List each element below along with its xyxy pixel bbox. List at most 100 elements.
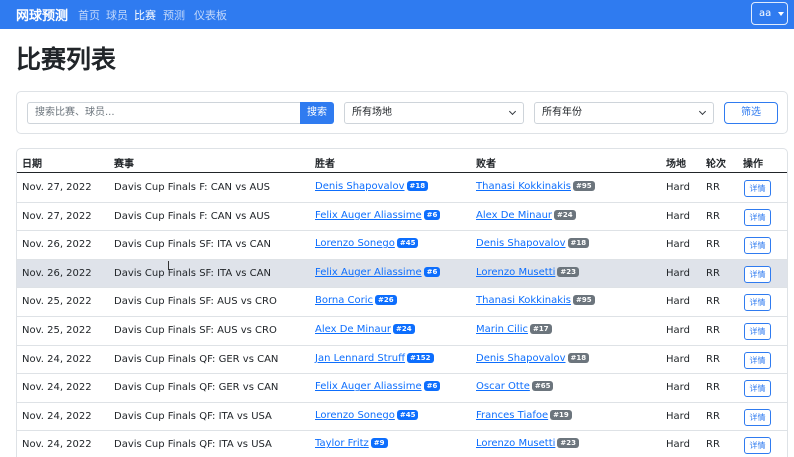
winner-link[interactable]: Denis Shapovalov [315, 181, 405, 192]
loser-rank-badge: #18 [567, 238, 590, 249]
nav-link-dashboard[interactable]: 仪表板 [194, 7, 227, 23]
filter-button[interactable]: 筛选 [724, 102, 778, 124]
table-row: Nov. 25, 2022 Davis Cup Finals SF: AUS vs… [17, 317, 787, 346]
caret-down-icon [778, 12, 784, 16]
surface-select-value: 所有场地 [352, 107, 392, 118]
cell-surface: Hard [666, 182, 690, 193]
loser-link[interactable]: Marin Cilic [476, 324, 528, 335]
table-row: Nov. 24, 2022 Davis Cup Finals QF: ITA vs… [17, 431, 787, 457]
winner-link[interactable]: Felix Auger Aliassime [315, 210, 422, 221]
cell-surface: Hard [666, 267, 690, 279]
loser-link[interactable]: Lorenzo Musetti [476, 267, 555, 278]
detail-button[interactable]: 详情 [744, 351, 771, 369]
detail-button[interactable]: 详情 [744, 437, 771, 455]
winner-rank-badge: #45 [396, 409, 419, 420]
cell-surface: Hard [666, 325, 690, 336]
header-loser: 败者 [476, 159, 496, 170]
winner-link[interactable]: Borna Coric [315, 295, 373, 306]
detail-button[interactable]: 详情 [744, 237, 771, 255]
cell-date: Nov. 24, 2022 [22, 439, 92, 451]
cell-event: Davis Cup Finals SF: ITA vs CAN [114, 267, 271, 279]
header-date: 日期 [22, 159, 42, 170]
nav-link-home[interactable]: 首页 [78, 7, 100, 23]
loser-rank-badge: #65 [531, 381, 554, 392]
detail-button[interactable]: 详情 [744, 408, 771, 426]
cell-surface: Hard [666, 410, 690, 422]
detail-button[interactable]: 详情 [744, 380, 771, 398]
winner-rank-badge: #26 [375, 295, 397, 306]
cell-round: RR [706, 296, 720, 308]
nav-link-players[interactable]: 球员 [106, 7, 128, 23]
chevron-down-icon [508, 107, 517, 116]
table-row: Nov. 27, 2022 Davis Cup Finals F: CAN vs … [17, 203, 787, 232]
brand-logo[interactable]: 网球预测 [16, 5, 68, 24]
winner-rank-badge: #152 [407, 352, 434, 363]
page-title: 比赛列表 [16, 45, 117, 74]
loser-link[interactable]: Lorenzo Musetti [476, 438, 555, 449]
user-menu-button[interactable]: aa [751, 2, 788, 25]
header-event: 赛事 [114, 159, 134, 170]
cell-event: Davis Cup Finals QF: GER vs CAN [114, 353, 279, 365]
cell-round: RR [706, 267, 720, 279]
cell-date: Nov. 26, 2022 [22, 267, 92, 279]
detail-button[interactable]: 详情 [744, 323, 771, 340]
cell-round: RR [706, 382, 720, 394]
cell-surface: Hard [666, 439, 690, 451]
cell-round: RR [706, 439, 720, 451]
cell-surface: Hard [666, 382, 690, 394]
winner-link[interactable]: Taylor Fritz [315, 438, 369, 449]
header-surface: 场地 [666, 159, 686, 170]
detail-button[interactable]: 详情 [744, 294, 771, 312]
winner-link[interactable]: Felix Auger Aliassime [315, 381, 422, 392]
cell-date: Nov. 25, 2022 [22, 296, 92, 308]
cell-date: Nov. 26, 2022 [22, 239, 92, 251]
cell-surface: Hard [666, 239, 690, 251]
top-navbar: 网球预测 首页 球员 比赛 预测 仪表板 aa [0, 0, 794, 29]
loser-rank-badge: #24 [554, 209, 576, 220]
winner-link[interactable]: Alex De Minaur [315, 324, 391, 335]
cell-event: Davis Cup Finals F: CAN vs AUS [114, 210, 271, 222]
loser-rank-badge: #19 [550, 409, 572, 420]
table-row: Nov. 26, 2022 Davis Cup Finals SF: ITA vs… [17, 231, 787, 260]
winner-link[interactable]: Jan Lennard Struff [315, 353, 405, 364]
winner-rank-badge: #18 [406, 181, 429, 191]
search-button[interactable]: 搜索 [300, 102, 334, 124]
loser-link[interactable]: Thanasi Kokkinakis [476, 181, 571, 192]
cell-event: Davis Cup Finals QF: GER vs CAN [114, 382, 279, 394]
loser-link[interactable]: Alex De Minaur [476, 210, 552, 221]
header-actions: 操作 [743, 159, 763, 170]
year-select[interactable]: 所有年份 [534, 102, 714, 124]
loser-link[interactable]: Frances Tiafoe [476, 410, 548, 421]
loser-link[interactable]: Denis Shapovalov [476, 238, 566, 249]
winner-rank-badge: #6 [423, 209, 441, 220]
match-table: 日期 赛事 胜者 败者 场地 轮次 操作 Nov. 27, 2022 Davis … [16, 148, 788, 457]
nav-link-matches[interactable]: 比赛 [134, 7, 156, 23]
cell-round: RR [706, 353, 720, 365]
cell-date: Nov. 24, 2022 [22, 410, 92, 422]
cell-date: Nov. 24, 2022 [22, 382, 92, 394]
winner-rank-badge: #6 [423, 381, 441, 392]
table-row: Nov. 26, 2022 Davis Cup Finals SF: ITA vs… [17, 259, 787, 289]
detail-button[interactable]: 详情 [744, 208, 771, 226]
winner-rank-badge: #45 [396, 238, 419, 249]
chevron-down-icon [698, 107, 707, 116]
loser-link[interactable]: Thanasi Kokkinakis [476, 295, 571, 306]
cell-round: RR [706, 325, 720, 336]
winner-link[interactable]: Lorenzo Sonego [315, 238, 395, 249]
nav-link-predictions[interactable]: 预测 [163, 7, 185, 23]
cell-surface: Hard [666, 353, 690, 365]
table-header: 日期 赛事 胜者 败者 场地 轮次 操作 [17, 149, 787, 173]
cell-surface: Hard [666, 296, 690, 308]
winner-link[interactable]: Felix Auger Aliassime [315, 267, 422, 278]
cell-round: RR [706, 410, 720, 422]
table-row: Nov. 24, 2022 Davis Cup Finals QF: ITA vs… [17, 403, 787, 432]
loser-link[interactable]: Denis Shapovalov [476, 353, 566, 364]
filter-card: 搜索比赛、球员... 搜索 所有场地 所有年份 筛选 [16, 91, 788, 134]
detail-button[interactable]: 详情 [744, 265, 771, 283]
search-input[interactable]: 搜索比赛、球员... [27, 102, 301, 124]
surface-select[interactable]: 所有场地 [344, 102, 524, 124]
winner-link[interactable]: Lorenzo Sonego [315, 410, 395, 421]
loser-link[interactable]: Oscar Otte [476, 381, 530, 392]
detail-button[interactable]: 详情 [744, 180, 771, 197]
cell-event: Davis Cup Finals QF: ITA vs USA [114, 410, 272, 422]
